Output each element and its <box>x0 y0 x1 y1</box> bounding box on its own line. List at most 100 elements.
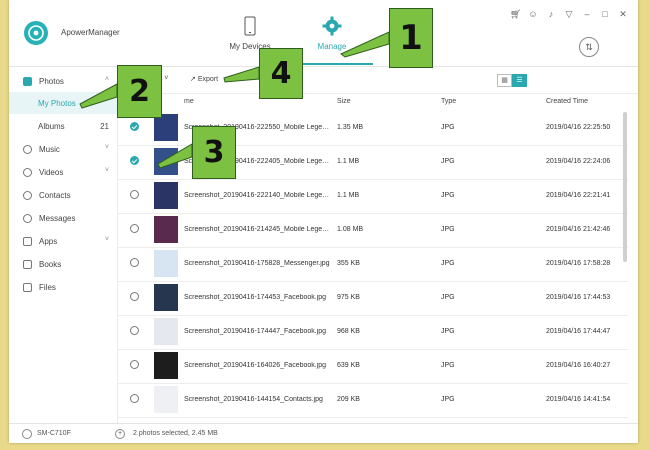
photo-thumbnail[interactable] <box>154 114 178 141</box>
sidebar-item-label: Apps <box>39 236 58 246</box>
transfer-sort-button[interactable]: ⇅ <box>579 37 599 57</box>
file-type: JPG <box>441 328 455 335</box>
window-controls: 🛒︎ ☺ ♪ ▽ – □ ✕ <box>510 9 628 19</box>
app-header: ApowerManager My Devices Manage 🛒︎ ☺ ♪ ▽… <box>9 0 638 67</box>
power-icon[interactable] <box>22 429 32 439</box>
table-row[interactable]: Screenshot_20190416-174453_Facebook.jpg 9… <box>118 281 628 316</box>
file-name: Screenshot_20190416-174453_Facebook.jpg <box>184 294 327 301</box>
file-name: Screenshot_20190416-222140_Mobile Legen.… <box>184 192 330 199</box>
sidebar-item-apps[interactable]: Apps ˅ <box>9 230 117 252</box>
photo-thumbnail[interactable] <box>154 148 178 175</box>
photo-thumbnail[interactable] <box>154 318 178 345</box>
app-title: ApowerManager <box>61 28 120 37</box>
table-row[interactable]: Screenshot_20190416-175828_Messenger.jpg… <box>118 247 628 282</box>
file-type: JPG <box>441 124 455 131</box>
column-created-time[interactable]: Created Time <box>546 98 588 105</box>
photo-thumbnail[interactable] <box>154 182 178 209</box>
scrollbar[interactable] <box>623 112 627 262</box>
photo-icon <box>23 76 32 86</box>
created-time: 2019/04/16 22:25:50 <box>546 124 611 131</box>
sidebar-item-messages[interactable]: Messages <box>9 207 117 229</box>
file-type: JPG <box>441 192 455 199</box>
export-icon: ↗ <box>190 76 196 83</box>
row-checkbox[interactable] <box>130 258 139 267</box>
announcement-icon[interactable]: ♪ <box>546 9 556 19</box>
column-name[interactable]: me <box>184 98 194 105</box>
sidebar: Photos ˄ My Photos Albums 21 Music ˅ Vid… <box>9 67 118 423</box>
photo-thumbnail[interactable] <box>154 352 178 379</box>
tab-manage[interactable]: Manage <box>297 16 367 51</box>
chevron-down-icon[interactable]: ˅ <box>105 167 109 174</box>
callout-2: 2 <box>117 65 162 118</box>
file-name: Screenshot_20190416-164026_Facebook.jpg <box>184 362 327 369</box>
chevron-down-icon[interactable]: ˅ <box>105 144 109 151</box>
row-checkbox[interactable] <box>130 292 139 301</box>
row-checkbox[interactable] <box>130 156 139 165</box>
callout-1: 1 <box>389 8 433 68</box>
cart-icon[interactable]: 🛒︎ <box>510 9 521 19</box>
grid-view-icon[interactable]: ▦ <box>497 74 512 87</box>
apps-icon <box>23 236 32 246</box>
chevron-up-icon[interactable]: ˄ <box>105 76 109 83</box>
column-type[interactable]: Type <box>441 98 456 105</box>
delete-icon[interactable]: ⎕ <box>236 75 240 83</box>
maximize-icon[interactable]: □ <box>600 9 610 19</box>
export-button[interactable]: ↗ Export <box>190 75 218 83</box>
chevron-down-icon[interactable]: ˅ <box>105 236 109 243</box>
user-icon[interactable]: ☺ <box>528 9 538 19</box>
photo-thumbnail[interactable] <box>154 250 178 277</box>
sidebar-item-label: Books <box>39 259 62 269</box>
sidebar-item-contacts[interactable]: Contacts <box>9 184 117 206</box>
column-size[interactable]: Size <box>337 98 351 105</box>
callout-4: 4 <box>259 48 303 99</box>
sidebar-item-videos[interactable]: Videos ˅ <box>9 161 117 183</box>
file-size: 968 KB <box>337 328 360 335</box>
file-size: 1.1 MB <box>337 192 360 199</box>
sidebar-item-files[interactable]: Files <box>9 276 117 298</box>
device-name: SM-C710F <box>37 430 71 437</box>
add-device-icon[interactable]: + <box>115 429 125 439</box>
created-time: 2019/04/16 22:21:41 <box>546 192 611 199</box>
location-icon[interactable]: ▽ <box>564 9 574 19</box>
sidebar-item-my-photos[interactable]: My Photos <box>9 92 117 114</box>
row-checkbox[interactable] <box>130 394 139 403</box>
close-icon[interactable]: ✕ <box>618 9 628 19</box>
file-size: 355 KB <box>337 260 360 267</box>
tab-my-devices[interactable]: My Devices <box>215 16 285 51</box>
list-view-icon[interactable]: ☰ <box>512 74 527 87</box>
table-row[interactable]: Screenshot_20190416-144154_Contacts.jpg 2… <box>118 383 628 418</box>
messages-icon <box>23 213 32 223</box>
table-row[interactable]: Screenshot_20190416-174447_Facebook.jpg 9… <box>118 315 628 350</box>
row-checkbox[interactable] <box>130 190 139 199</box>
table-row[interactable]: Screenshot_20190416-222140_Mobile Legen.… <box>118 179 628 214</box>
photo-thumbnail[interactable] <box>154 284 178 311</box>
table-row[interactable]: Screenshot_20190416-214245_Mobile Legen.… <box>118 213 628 248</box>
file-type: JPG <box>441 226 455 233</box>
file-name: Screenshot_20190416-214245_Mobile Legen.… <box>184 226 330 233</box>
file-size: 975 KB <box>337 294 360 301</box>
sidebar-item-photos[interactable]: Photos ˄ <box>9 70 117 92</box>
created-time: 2019/04/16 14:41:54 <box>546 396 611 403</box>
row-checkbox[interactable] <box>130 326 139 335</box>
row-checkbox[interactable] <box>130 360 139 369</box>
phone-icon <box>244 16 256 36</box>
video-icon <box>23 167 32 177</box>
active-tab-indicator <box>299 63 373 65</box>
photo-thumbnail[interactable] <box>154 216 178 243</box>
minimize-icon[interactable]: – <box>582 9 592 19</box>
file-name: Screenshot_20190416-174447_Facebook.jpg <box>184 328 327 335</box>
file-type: JPG <box>441 158 455 165</box>
transfer-icon: ⇅ <box>585 42 593 52</box>
file-name: Screenshot_20190416-175828_Messenger.jpg <box>184 260 330 267</box>
sidebar-item-music[interactable]: Music ˅ <box>9 138 117 160</box>
sidebar-item-label: Contacts <box>39 190 71 200</box>
row-checkbox[interactable] <box>130 224 139 233</box>
table-row[interactable]: Screenshot_20190416-164026_Facebook.jpg 6… <box>118 349 628 384</box>
sidebar-item-books[interactable]: Books <box>9 253 117 275</box>
file-icon <box>23 282 32 292</box>
file-size: 209 KB <box>337 396 360 403</box>
sidebar-item-albums[interactable]: Albums 21 <box>9 115 117 137</box>
created-time: 2019/04/16 21:42:46 <box>546 226 611 233</box>
photo-thumbnail[interactable] <box>154 386 178 413</box>
row-checkbox[interactable] <box>130 122 139 131</box>
